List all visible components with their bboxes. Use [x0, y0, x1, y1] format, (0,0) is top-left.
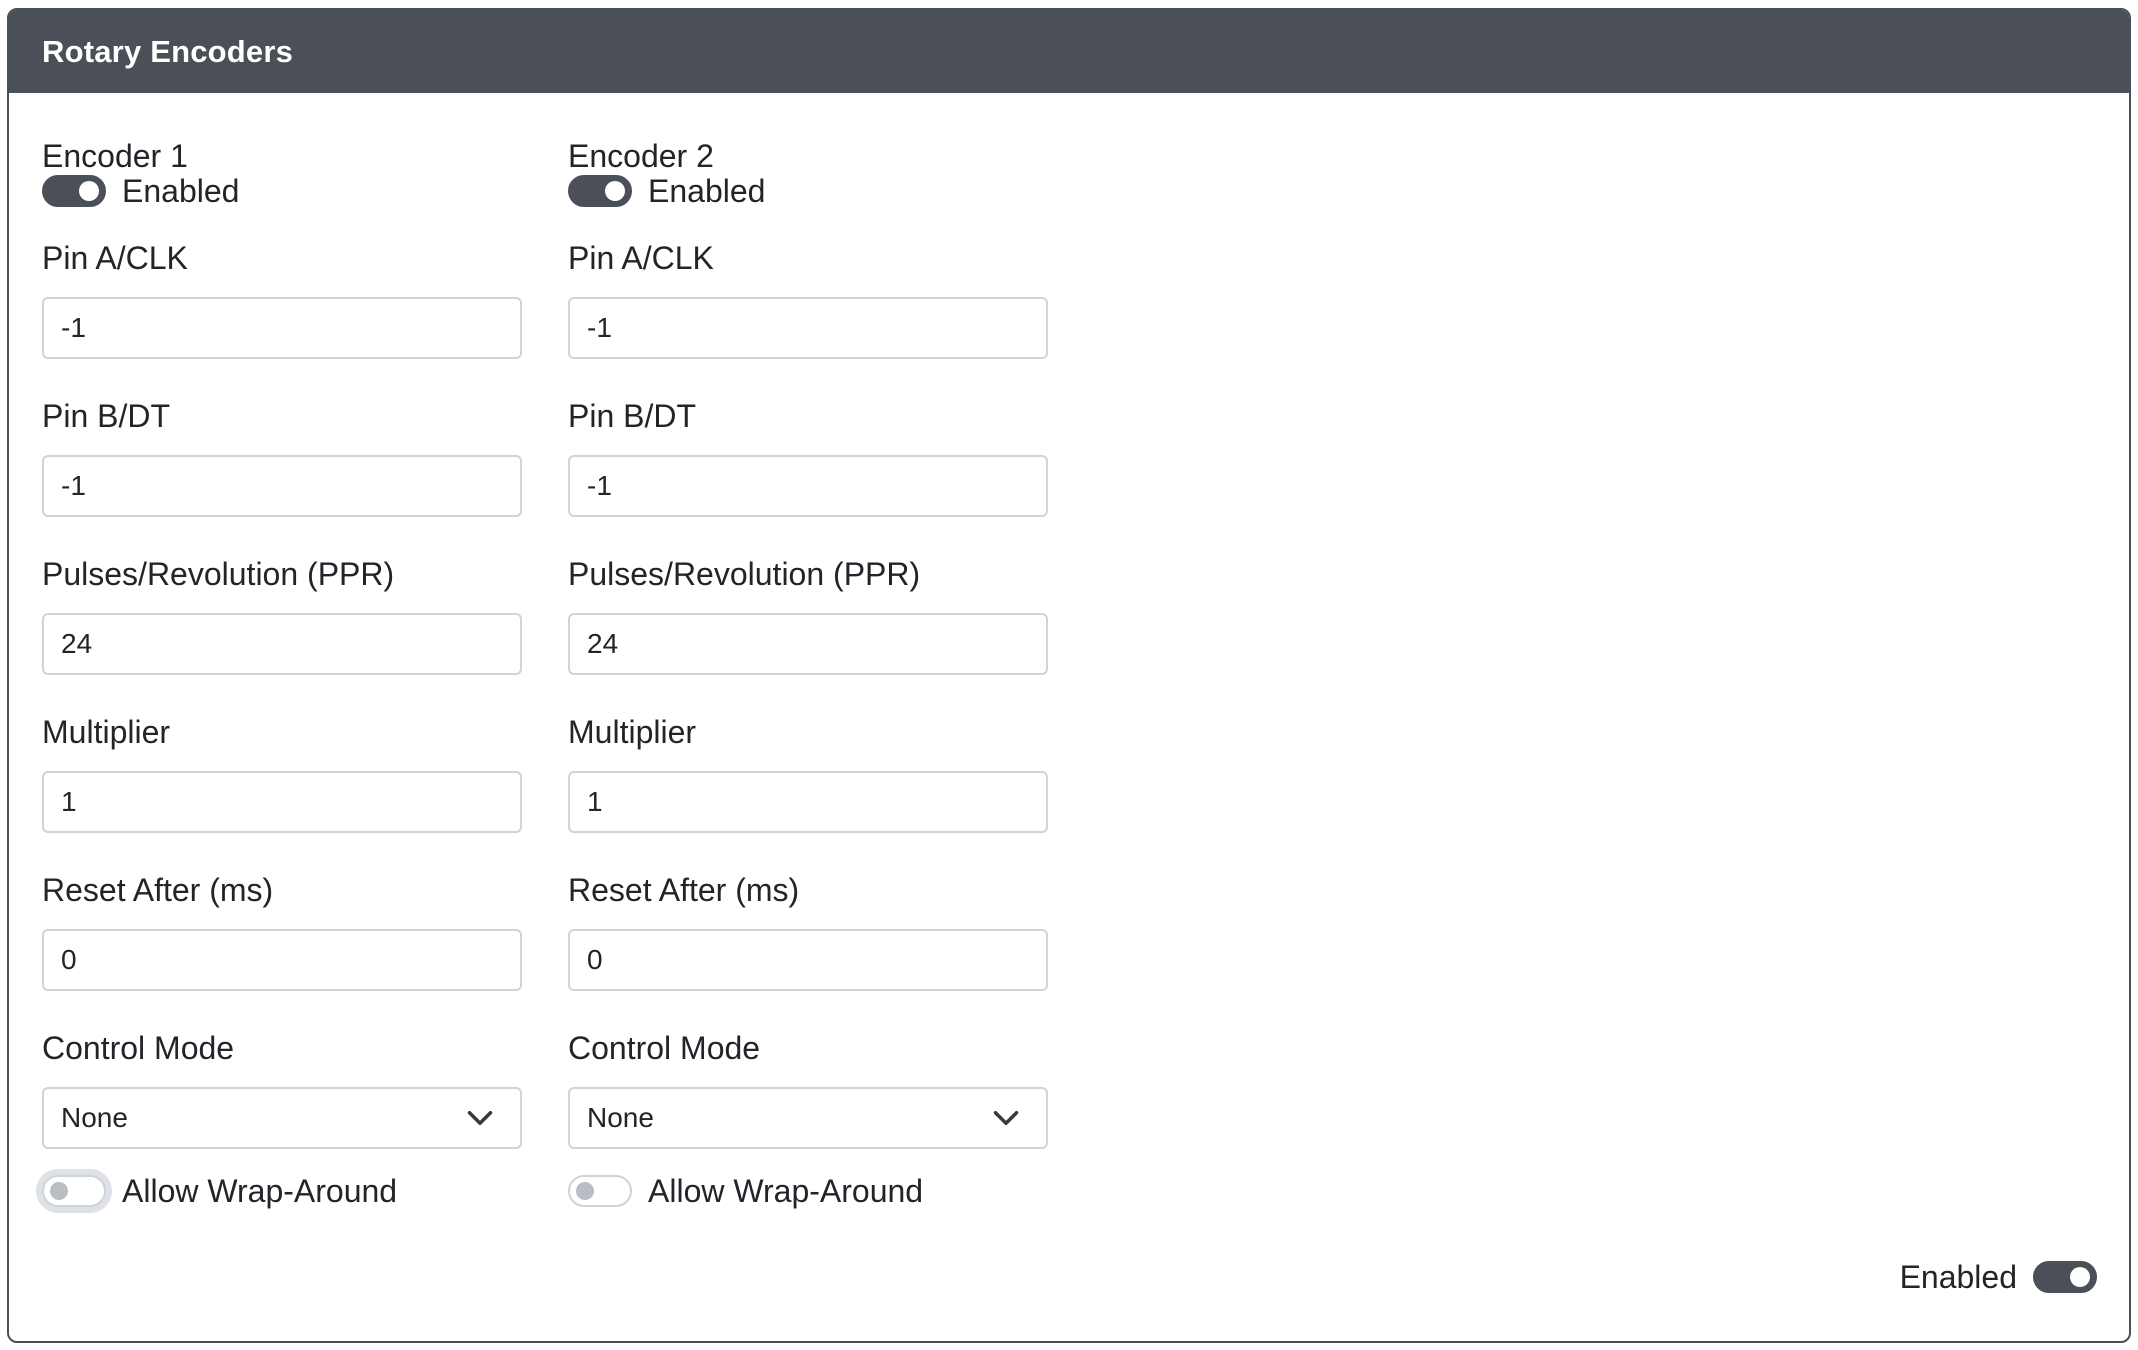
encoder-2-mode-label: Control Mode [568, 1030, 761, 1066]
encoder-1-ppr-input[interactable]: 24 [42, 613, 522, 675]
encoder-2-pin-b-input[interactable]: -1 [568, 455, 1048, 517]
encoder-2-reset-label: Reset After (ms) [568, 872, 800, 908]
encoder-2-enabled-toggle[interactable]: Enabled [568, 171, 765, 211]
encoder-1-multiplier-input[interactable]: 1 [42, 771, 522, 833]
encoder-2-pin-a-input[interactable]: -1 [568, 297, 1048, 359]
encoder-1-enabled-toggle[interactable]: Enabled [42, 171, 239, 211]
toggle-knob [576, 1182, 594, 1200]
encoder-2-mode-select[interactable]: None [568, 1087, 1048, 1149]
toggle-switch[interactable] [2033, 1261, 2097, 1293]
encoder-1-multiplier-value: 1 [61, 786, 77, 817]
encoder-2-wrap-toggle[interactable]: Allow Wrap-Around [568, 1171, 923, 1211]
encoder-1-pin-b-input[interactable]: -1 [42, 455, 522, 517]
encoder-2-pin-b-label: Pin B/DT [568, 398, 697, 434]
encoder-1-pin-b-label: Pin B/DT [42, 398, 171, 434]
encoder-1-reset-input[interactable]: 0 [42, 929, 522, 991]
toggle-knob [79, 181, 99, 201]
encoder-1-mode-value: None [61, 1102, 128, 1133]
encoder-1-ppr-label: Pulses/Revolution (PPR) [42, 556, 395, 592]
encoder-2-reset-input[interactable]: 0 [568, 929, 1048, 991]
toggle-knob [605, 181, 625, 201]
rotary-encoders-card: Rotary Encoders Encoder 1 Enabled Pin A/… [7, 8, 2131, 1343]
encoder-2-multiplier-input[interactable]: 1 [568, 771, 1048, 833]
encoder-1-title: Encoder 1 [42, 138, 188, 174]
encoder-1-wrap-label: Allow Wrap-Around [122, 1173, 398, 1209]
encoder-2-mode-value: None [587, 1102, 654, 1133]
encoder-2-wrap-label: Allow Wrap-Around [648, 1173, 924, 1209]
toggle-switch[interactable] [42, 175, 106, 207]
rotary-encoders-enabled-toggle[interactable]: Enabled [1900, 1257, 2097, 1297]
encoder-1-mode-select[interactable]: None [42, 1087, 522, 1149]
encoder-1-wrap-toggle[interactable]: Allow Wrap-Around [42, 1171, 397, 1211]
encoder-1-reset-value: 0 [61, 944, 77, 975]
encoder-2-multiplier-value: 1 [587, 786, 603, 817]
encoder-2-pin-b-value: -1 [587, 470, 612, 501]
encoder-2-ppr-value: 24 [587, 628, 619, 659]
encoder-2-enabled-label: Enabled [648, 173, 766, 209]
chevron-down-icon [467, 1111, 493, 1125]
card-title: Rotary Encoders [42, 33, 294, 69]
encoder-1-ppr-value: 24 [61, 628, 93, 659]
encoder-1-mode-label: Control Mode [42, 1030, 235, 1066]
encoder-2-pin-a-value: -1 [587, 312, 612, 343]
encoder-2-pin-a-label: Pin A/CLK [568, 240, 714, 276]
encoder-2-multiplier-label: Multiplier [568, 714, 697, 750]
toggle-switch[interactable] [568, 1175, 632, 1207]
encoder-2-ppr-label: Pulses/Revolution (PPR) [568, 556, 921, 592]
encoder-1-pin-b-value: -1 [61, 470, 86, 501]
encoder-1-pin-a-value: -1 [61, 312, 86, 343]
toggle-switch[interactable] [568, 175, 632, 207]
encoder-2-reset-value: 0 [587, 944, 603, 975]
toggle-switch[interactable] [42, 1175, 106, 1207]
encoder-1-pin-a-label: Pin A/CLK [42, 240, 188, 276]
encoder-1-reset-label: Reset After (ms) [42, 872, 274, 908]
encoder-1-multiplier-label: Multiplier [42, 714, 171, 750]
encoder-1-pin-a-input[interactable]: -1 [42, 297, 522, 359]
encoder-2-ppr-input[interactable]: 24 [568, 613, 1048, 675]
card-header: Rotary Encoders [9, 10, 2129, 93]
encoder-2-title: Encoder 2 [568, 138, 714, 174]
chevron-down-icon [993, 1111, 1019, 1125]
footer-enabled-label: Enabled [1899, 1259, 2017, 1295]
toggle-knob [50, 1182, 68, 1200]
toggle-knob [2070, 1267, 2090, 1287]
encoder-1-enabled-label: Enabled [122, 173, 240, 209]
